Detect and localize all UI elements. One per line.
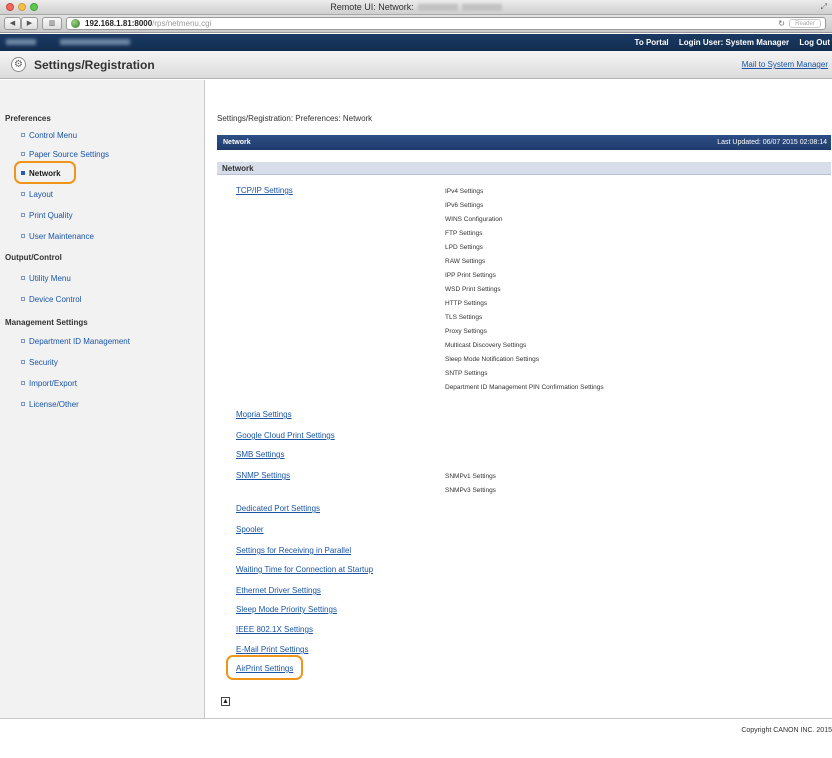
sub-ipv4-settings[interactable]: IPv4 Settings (445, 188, 483, 195)
resize-icon[interactable]: ⤢ (821, 2, 827, 12)
sub-snmpv3-settings[interactable]: SNMPv3 Settings (445, 487, 496, 494)
link-email-print[interactable]: E-Mail Print Settings (236, 645, 308, 654)
sidebar-section-management: Management Settings (5, 318, 88, 327)
mail-to-system-manager-link[interactable]: Mail to System Manager (742, 60, 828, 69)
link-spooler[interactable]: Spooler (236, 525, 264, 534)
sidebar-item-department-id[interactable]: Department ID Management (21, 337, 130, 346)
sidebar-item-license-other[interactable]: License/Other (21, 400, 79, 409)
link-mopria-settings[interactable]: Mopria Settings (236, 410, 292, 419)
sub-sleep-mode-notification[interactable]: Sleep Mode Notification Settings (445, 356, 539, 363)
link-receiving-parallel[interactable]: Settings for Receiving in Parallel (236, 546, 351, 555)
window-titlebar: Remote UI: Network: ⤢ (0, 0, 832, 15)
sub-ipp-print-settings[interactable]: IPP Print Settings (445, 272, 496, 279)
link-google-cloud-print[interactable]: Google Cloud Print Settings (236, 431, 335, 440)
window-title: Remote UI: Network: (0, 2, 832, 12)
page-title: Settings/Registration (34, 58, 155, 72)
link-ieee-8021x[interactable]: IEEE 802.1X Settings (236, 625, 313, 634)
airprint-highlight-ring (226, 655, 303, 680)
sidebar-section-output-control: Output/Control (5, 253, 62, 262)
link-ethernet-driver[interactable]: Ethernet Driver Settings (236, 586, 321, 595)
sub-lpd-settings[interactable]: LPD Settings (445, 244, 483, 251)
sub-department-id-pin[interactable]: Department ID Management PIN Confirmatio… (445, 384, 604, 391)
link-dedicated-port[interactable]: Dedicated Port Settings (236, 504, 320, 513)
bookmarks-button[interactable]: ▥ (42, 17, 62, 30)
sidebar-item-device-control[interactable]: Device Control (21, 295, 81, 304)
copyright: Copyright CANON INC. 2015 (741, 727, 832, 734)
link-snmp-settings[interactable]: SNMP Settings (236, 471, 290, 480)
login-user-label: Login User: System Manager (678, 38, 790, 47)
footer: Copyright CANON INC. 2015 (0, 718, 832, 758)
sidebar-section-preferences: Preferences (5, 114, 51, 123)
sidebar-item-layout[interactable]: Layout (21, 190, 53, 199)
reader-button[interactable]: Reader (789, 19, 821, 28)
sidebar-item-utility-menu[interactable]: Utility Menu (21, 274, 71, 283)
back-to-top-icon[interactable]: ▲ (221, 697, 230, 706)
reload-icon[interactable]: ↻ (778, 18, 785, 29)
link-smb-settings[interactable]: SMB Settings (236, 450, 284, 459)
sub-multicast-discovery[interactable]: Multicast Discovery Settings (445, 342, 526, 349)
section-bar-title: Network (223, 139, 251, 146)
url-path: /rps/netmenu.cgi (152, 19, 212, 28)
breadcrumb: Settings/Registration: Preferences: Netw… (217, 114, 373, 123)
sub-snmpv1-settings[interactable]: SNMPv1 Settings (445, 473, 496, 480)
address-bar[interactable]: 192.168.1.81:8000/rps/netmenu.cgi ↻ Read… (66, 17, 826, 30)
network-highlight-ring (14, 161, 76, 184)
sub-ipv6-settings[interactable]: IPv6 Settings (445, 202, 483, 209)
link-waiting-time-startup[interactable]: Waiting Time for Connection at Startup (236, 565, 373, 574)
sub-proxy-settings[interactable]: Proxy Settings (445, 328, 487, 335)
sub-ftp-settings[interactable]: FTP Settings (445, 230, 482, 237)
sub-wins-configuration[interactable]: WINS Configuration (445, 216, 502, 223)
sub-sntp-settings[interactable]: SNTP Settings (445, 370, 488, 377)
sidebar-item-print-quality[interactable]: Print Quality (21, 211, 73, 220)
link-sleep-mode-priority[interactable]: Sleep Mode Priority Settings (236, 605, 337, 614)
sidebar-item-import-export[interactable]: Import/Export (21, 379, 77, 388)
main-content: Settings/Registration: Preferences: Netw… (206, 80, 832, 718)
site-globe-icon (71, 19, 80, 28)
sub-raw-settings[interactable]: RAW Settings (445, 258, 485, 265)
forward-button[interactable]: ▶ (21, 17, 38, 30)
settings-gear-icon: ⚙ (11, 57, 26, 72)
page-header: ⚙ Settings/Registration Mail to System M… (0, 51, 832, 79)
link-tcpip-settings[interactable]: TCP/IP Settings (236, 186, 293, 195)
back-button[interactable]: ◀ (4, 17, 21, 30)
logout-link[interactable]: Log Out (799, 38, 830, 47)
sidebar-item-security[interactable]: Security (21, 358, 58, 367)
sidebar-item-user-maintenance[interactable]: User Maintenance (21, 232, 94, 241)
subsection-title: Network (217, 162, 831, 175)
sidebar-item-control-menu[interactable]: Control Menu (21, 131, 77, 140)
to-portal-link[interactable]: To Portal (635, 38, 669, 47)
browser-toolbar: ◀ ▶ ▥ 192.168.1.81:8000/rps/netmenu.cgi … (0, 15, 832, 33)
sub-tls-settings[interactable]: TLS Settings (445, 314, 482, 321)
sub-wsd-print-settings[interactable]: WSD Print Settings (445, 286, 501, 293)
last-updated: Last Updated: 06/07 2015 02:08:14 (717, 139, 827, 146)
sub-http-settings[interactable]: HTTP Settings (445, 300, 487, 307)
sidebar-item-paper-source[interactable]: Paper Source Settings (21, 150, 109, 159)
url-host: 192.168.1.81:8000 (85, 19, 153, 28)
sidebar: Preferences Control Menu Paper Source Se… (0, 80, 205, 718)
portal-bar: To Portal Login User: System Manager Log… (0, 34, 832, 51)
section-bar: Network Last Updated: 06/07 2015 02:08:1… (217, 135, 831, 150)
